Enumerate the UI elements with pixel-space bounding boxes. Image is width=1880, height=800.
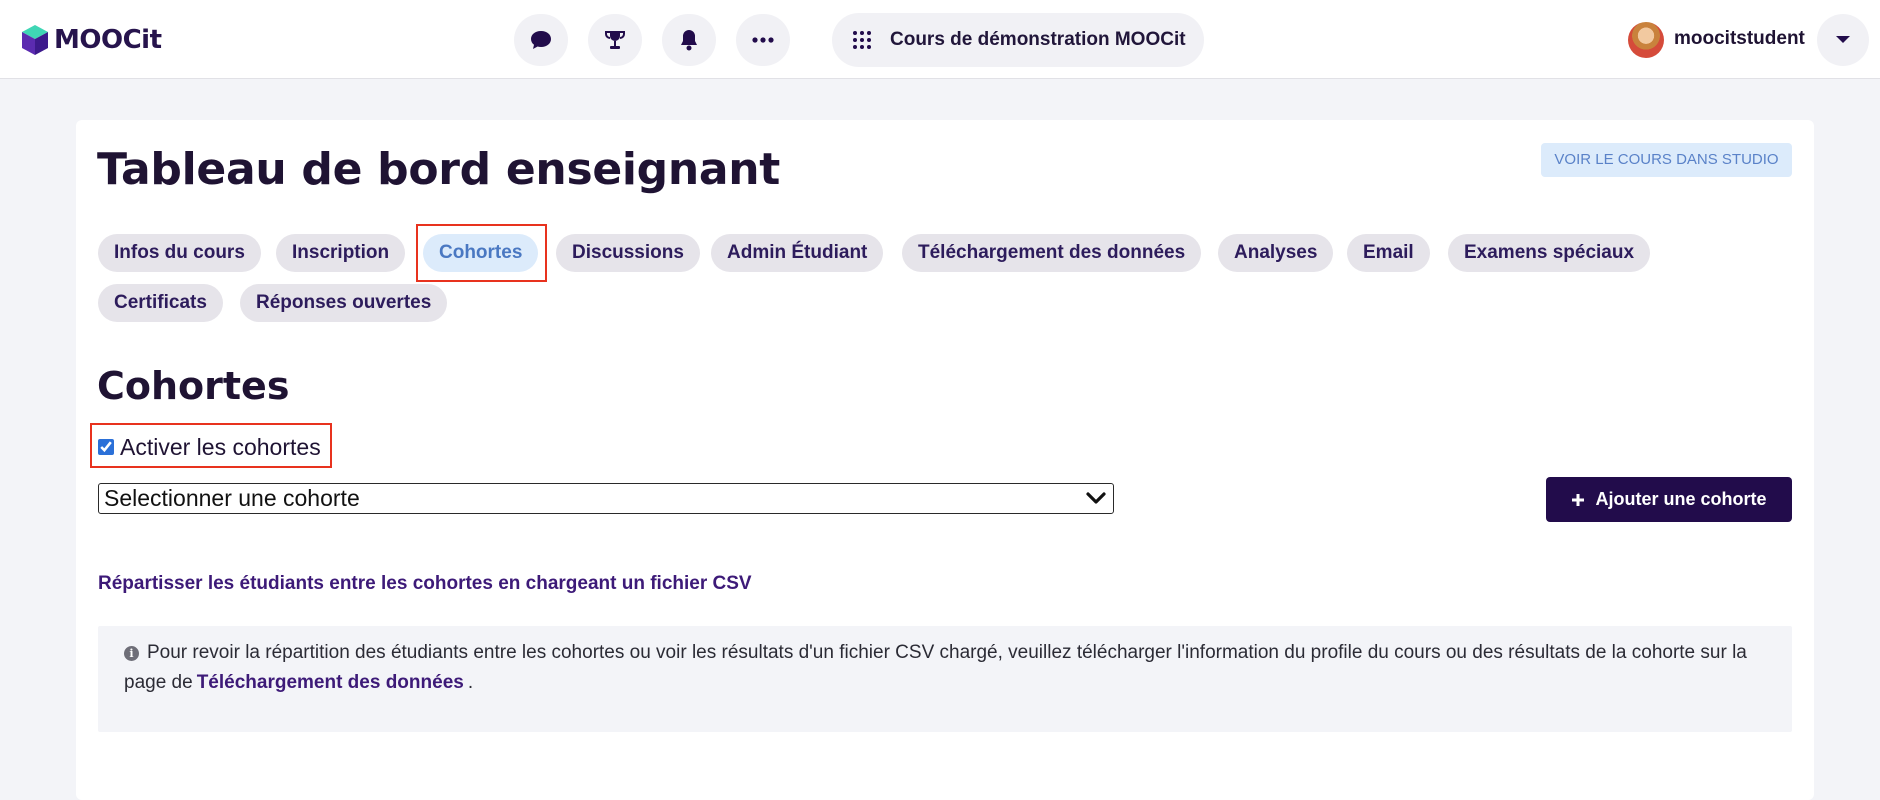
logo-text: MOOCit bbox=[54, 25, 162, 55]
chat-icon bbox=[531, 31, 551, 49]
tab-certificates[interactable]: Certificats bbox=[98, 284, 223, 322]
trophy-icon bbox=[605, 31, 625, 49]
discussion-button[interactable] bbox=[514, 14, 568, 66]
info-text-end: . bbox=[467, 672, 474, 693]
add-cohort-label: Ajouter une cohorte bbox=[1595, 489, 1767, 509]
course-switcher[interactable]: Cours de démonstration MOOCit bbox=[832, 13, 1204, 67]
tab-open-responses[interactable]: Réponses ouvertes bbox=[240, 284, 448, 322]
add-cohort-button[interactable]: Ajouter une cohorte bbox=[1546, 477, 1792, 522]
tab-analytics[interactable]: Analyses bbox=[1218, 234, 1334, 272]
progress-button[interactable] bbox=[588, 14, 642, 66]
moocit-logo[interactable]: MOOCit bbox=[20, 22, 162, 58]
info-icon: i bbox=[124, 646, 139, 661]
user-menu-button[interactable] bbox=[1817, 14, 1869, 66]
more-icon bbox=[752, 37, 774, 43]
tab-email[interactable]: Email bbox=[1347, 234, 1430, 272]
page-title: Tableau de bord enseignant bbox=[97, 144, 781, 195]
course-title: Cours de démonstration MOOCit bbox=[890, 29, 1186, 50]
bell-icon bbox=[681, 30, 697, 51]
tab-course-info[interactable]: Infos du cours bbox=[98, 234, 261, 272]
tab-enrollment[interactable]: Inscription bbox=[276, 234, 406, 272]
top-header: MOOCit Cours de démonstration MOOCit moo… bbox=[0, 0, 1880, 79]
username[interactable]: moocitstudent bbox=[1674, 28, 1805, 50]
tab-highlight-box bbox=[416, 224, 547, 282]
grid-icon bbox=[853, 31, 871, 49]
cohort-select-value: Selectionner une cohorte bbox=[104, 485, 360, 511]
plus-icon bbox=[1572, 493, 1585, 506]
info-message: i Pour revoir la répartition des étudiant… bbox=[98, 626, 1792, 732]
more-button[interactable] bbox=[736, 14, 790, 66]
tab-discussions[interactable]: Discussions bbox=[556, 234, 700, 272]
tab-special-exams[interactable]: Examens spéciaux bbox=[1448, 234, 1651, 272]
cohort-select[interactable]: Selectionner une cohorte bbox=[98, 483, 1114, 514]
tab-data-download[interactable]: Téléchargement des données bbox=[902, 234, 1202, 272]
notifications-button[interactable] bbox=[662, 14, 716, 66]
tab-student-admin[interactable]: Admin Étudiant bbox=[711, 234, 884, 272]
checkbox-highlight-box bbox=[90, 423, 332, 468]
csv-upload-toggle[interactable]: Répartisser les étudiants entre les coho… bbox=[98, 573, 752, 595]
cube-logo-icon bbox=[22, 25, 48, 55]
data-download-link[interactable]: Téléchargement des données bbox=[193, 672, 468, 693]
chevron-down-icon bbox=[1836, 36, 1850, 43]
view-in-studio-button[interactable]: VOIR LE COURS DANS STUDIO bbox=[1541, 143, 1792, 177]
chevron-down-icon bbox=[1086, 492, 1106, 504]
section-title: Cohortes bbox=[97, 364, 290, 408]
avatar[interactable] bbox=[1628, 22, 1664, 58]
